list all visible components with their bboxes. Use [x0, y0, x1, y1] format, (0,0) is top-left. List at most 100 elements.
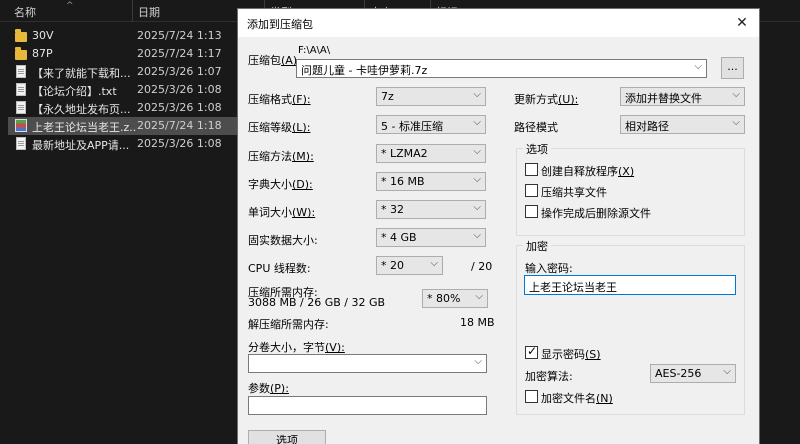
file-date: 2025/3/26 1:08	[137, 137, 222, 150]
file-row[interactable]: 30V 2025/7/24 1:13	[8, 27, 240, 45]
level-select[interactable]: 5 - 标准压缩 ⌵	[376, 115, 486, 134]
update-mode-select[interactable]: 添加并替换文件 ⌵	[620, 87, 745, 106]
file-row[interactable]: 最新地址及APP请... 2025/3/26 1:08	[8, 135, 240, 153]
update-mode-value: 添加并替换文件	[625, 92, 702, 105]
dict-size-select[interactable]: * 16 MB ⌵	[376, 172, 486, 191]
chevron-down-icon: ⌵	[473, 117, 481, 128]
params-input[interactable]	[248, 396, 487, 415]
encrypt-names-checkbox[interactable]	[525, 390, 538, 403]
delete-after-label: 操作完成后删除源文件	[541, 207, 651, 220]
browse-button[interactable]: ...	[721, 57, 744, 79]
archive-icon	[15, 119, 27, 132]
archive-name-value: 问题儿童 - 卡哇伊萝莉.7z	[301, 64, 428, 77]
column-date[interactable]: 日期	[138, 4, 160, 20]
chevron-down-icon: ⌵	[475, 291, 483, 302]
params-label: 参数(P):	[248, 382, 289, 395]
chevron-down-icon: ⌵	[430, 258, 438, 269]
solid-size-label: 固实数据大小:	[248, 234, 318, 247]
text-file-icon	[16, 137, 26, 150]
file-date: 2025/7/24 1:13	[137, 29, 222, 42]
file-row[interactable]: 【论坛介绍】.txt 2025/3/26 1:08	[8, 81, 240, 99]
method-select[interactable]: * LZMA2 ⌵	[376, 144, 486, 163]
memory-select[interactable]: * 80% ⌵	[422, 289, 488, 308]
file-row[interactable]: 87P 2025/7/24 1:17	[8, 45, 240, 63]
solid-size-select[interactable]: * 4 GB ⌵	[376, 228, 486, 247]
file-name: 【来了就能下载和...	[32, 67, 131, 80]
chevron-down-icon: ⌵	[473, 89, 481, 100]
folder-icon	[15, 29, 27, 42]
dict-size-value: * 16 MB	[381, 175, 425, 188]
chevron-down-icon: ⌵	[723, 366, 731, 377]
chevron-down-icon: ⌵	[732, 89, 740, 100]
close-button[interactable]: ✕	[725, 9, 759, 37]
chevron-down-icon: ⌵	[473, 230, 481, 241]
text-file-icon	[16, 83, 26, 96]
format-value: 7z	[381, 90, 394, 103]
sort-up-icon: ^	[66, 1, 74, 11]
format-label: 压缩格式(F):	[248, 93, 311, 106]
file-row-selected[interactable]: 上老王论坛当老王.z... 2025/7/24 1:18	[8, 117, 240, 135]
show-password-label: 显示密码(S)	[541, 348, 601, 361]
text-file-icon	[16, 65, 26, 78]
method-label: 压缩方法(M):	[248, 150, 314, 163]
delete-after-checkbox[interactable]	[525, 205, 538, 218]
level-label: 压缩等级(L):	[248, 121, 311, 134]
algorithm-select[interactable]: AES-256 ⌵	[650, 364, 736, 383]
sfx-checkbox[interactable]	[525, 163, 538, 176]
path-mode-select[interactable]: 相对路径 ⌵	[620, 115, 745, 134]
column-divider[interactable]	[132, 0, 133, 22]
path-mode-label: 路径模式	[514, 121, 558, 134]
file-row[interactable]: 【来了就能下载和... 2025/3/26 1:07	[8, 63, 240, 81]
password-label: 输入密码:	[525, 262, 573, 275]
volume-label: 分卷大小，字节(V):	[248, 341, 345, 354]
chevron-down-icon: ⌵	[694, 61, 702, 72]
file-date: 2025/3/26 1:07	[137, 65, 222, 78]
shared-files-label: 压缩共享文件	[541, 186, 607, 199]
chevron-down-icon: ⌵	[473, 174, 481, 185]
archive-label: 压缩包(A)	[248, 54, 298, 67]
word-size-label: 单词大小(W):	[248, 206, 316, 219]
threads-label: CPU 线程数:	[248, 262, 311, 275]
file-name: 【永久地址发布页...	[32, 103, 131, 116]
options-button[interactable]: 选项	[248, 430, 326, 444]
decompress-memory-value: 18 MB	[460, 316, 495, 329]
archive-name-combo[interactable]: 问题儿童 - 卡哇伊萝莉.7z ⌵	[296, 59, 707, 78]
add-to-archive-dialog: 添加到压缩包 ✕ 压缩包(A) F:\A\A\ 问题儿童 - 卡哇伊萝莉.7z …	[237, 8, 760, 444]
path-mode-value: 相对路径	[625, 120, 669, 133]
file-row[interactable]: 【永久地址发布页... 2025/3/26 1:08	[8, 99, 240, 117]
memory-detail: 3088 MB / 26 GB / 32 GB	[248, 296, 386, 309]
options-group-title: 选项	[523, 141, 551, 157]
level-value: 5 - 标准压缩	[381, 120, 443, 133]
dict-size-label: 字典大小(D):	[248, 178, 313, 191]
file-name: 【论坛介绍】.txt	[32, 85, 117, 98]
password-value: 上老王论坛当老王	[529, 281, 617, 294]
chevron-down-icon: ⌵	[473, 202, 481, 213]
algorithm-value: AES-256	[655, 367, 702, 380]
file-name: 30V	[32, 29, 54, 42]
folder-icon	[15, 47, 27, 60]
title-bar[interactable]: 添加到压缩包 ✕	[238, 9, 759, 37]
encryption-group-title: 加密	[523, 238, 551, 254]
text-file-icon	[16, 101, 26, 114]
file-date: 2025/7/24 1:17	[137, 47, 222, 60]
decompress-memory-label: 解压缩所需内存:	[248, 318, 329, 331]
file-name: 上老王论坛当老王.z...	[32, 121, 136, 134]
threads-max: / 20	[471, 260, 493, 273]
sfx-label: 创建自释放程序(X)	[541, 165, 635, 178]
show-password-checkbox[interactable]	[525, 344, 538, 359]
shared-files-checkbox[interactable]	[525, 184, 538, 197]
algorithm-label: 加密算法:	[525, 370, 573, 383]
chevron-down-icon: ⌵	[473, 146, 481, 157]
format-select[interactable]: 7z ⌵	[376, 87, 486, 106]
file-date: 2025/3/26 1:08	[137, 83, 222, 96]
archive-path: F:\A\A\	[298, 45, 331, 56]
volume-size-combo[interactable]: ⌵	[248, 354, 487, 373]
threads-select[interactable]: * 20 ⌵	[376, 256, 443, 275]
threads-value: * 20	[381, 259, 404, 272]
encrypt-names-label: 加密文件名(N)	[541, 392, 613, 405]
dialog-title: 添加到压缩包	[247, 18, 313, 31]
column-name[interactable]: 名称	[14, 4, 36, 20]
file-date: 2025/7/24 1:18	[137, 119, 222, 132]
password-input[interactable]: 上老王论坛当老王	[524, 275, 736, 295]
word-size-select[interactable]: * 32 ⌵	[376, 200, 486, 219]
